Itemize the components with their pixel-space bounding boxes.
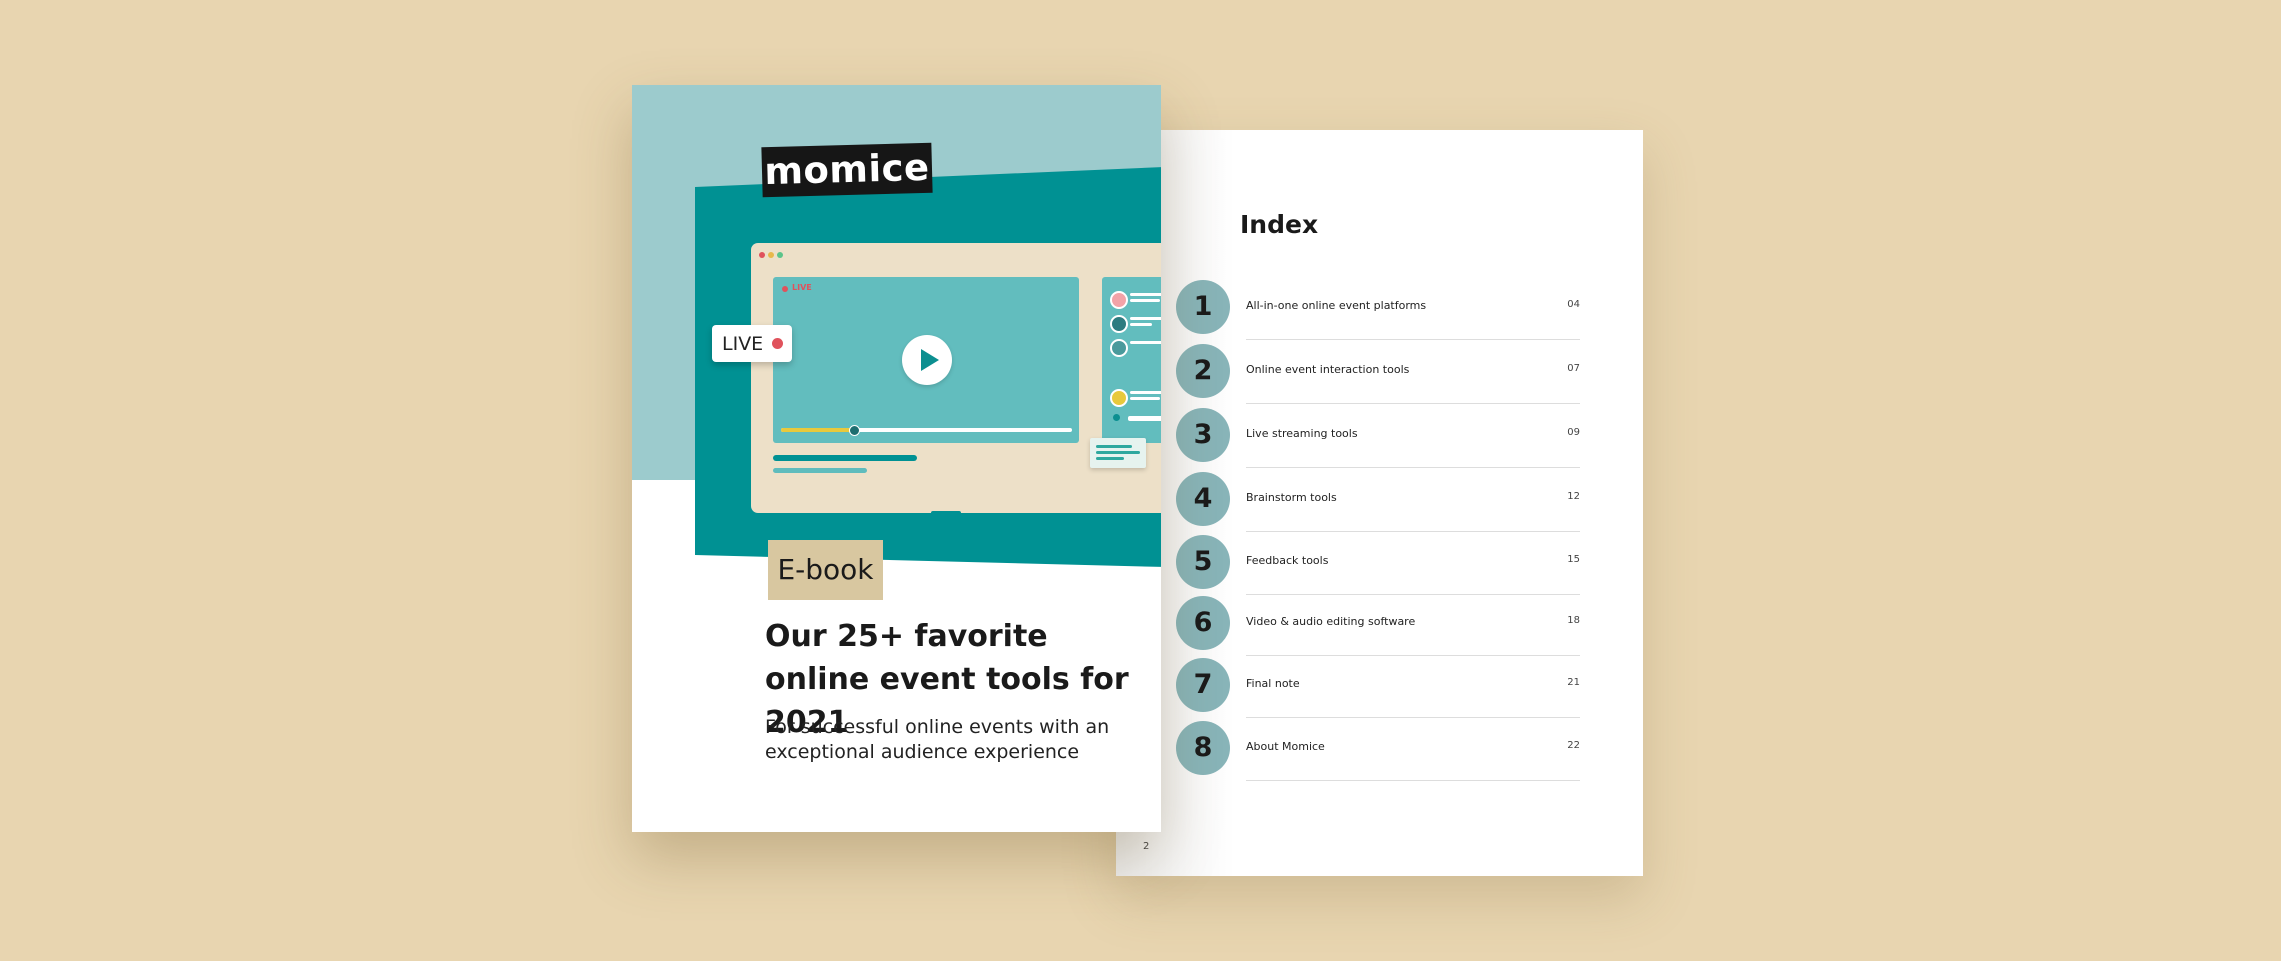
window-close-dot — [759, 252, 765, 258]
avatar — [1110, 389, 1128, 407]
index-item-label: Live streaming tools — [1246, 427, 1358, 440]
cover-subtitle: For successful online events with an exc… — [765, 716, 1110, 763]
index-item-page: 18 — [1567, 615, 1580, 626]
index-number-badge: 5 — [1176, 535, 1230, 589]
page-number: 2 — [1143, 841, 1150, 852]
index-item-label: Final note — [1246, 677, 1300, 690]
live-dot-icon — [772, 338, 783, 349]
laptop-notch — [931, 511, 961, 515]
caption-line — [773, 468, 867, 473]
index-item-page: 22 — [1567, 740, 1580, 751]
live-indicator-dot — [782, 286, 788, 292]
avatar — [1110, 339, 1128, 357]
chat-message-line — [1130, 293, 1161, 296]
index-divider — [1246, 780, 1580, 781]
live-badge: LIVE — [712, 325, 792, 362]
index-number-badge: 3 — [1176, 408, 1230, 462]
index-item-label: Online event interaction tools — [1246, 363, 1410, 376]
index-item: 6 Video & audio editing software 18 — [1176, 592, 1580, 656]
caption-line — [773, 455, 917, 461]
index-item-page: 04 — [1567, 299, 1580, 310]
chat-panel — [1102, 277, 1161, 443]
index-item-page: 09 — [1567, 427, 1580, 438]
chat-message-line — [1130, 391, 1161, 394]
index-title: Index — [1240, 210, 1319, 239]
index-number-badge: 1 — [1176, 280, 1230, 334]
video-progress-fill — [781, 428, 854, 432]
index-item-page: 21 — [1567, 677, 1580, 688]
chat-bubble — [1090, 438, 1146, 468]
index-item-label: Brainstorm tools — [1246, 491, 1337, 504]
chat-message-line — [1130, 397, 1160, 400]
index-item: 3 Live streaming tools 09 — [1176, 404, 1580, 468]
index-item: 8 About Momice 22 — [1176, 717, 1580, 781]
index-item: 1 All-in-one online event platforms 04 — [1176, 276, 1580, 340]
window-minimize-dot — [768, 252, 774, 258]
chat-input — [1128, 416, 1161, 421]
index-item-label: About Momice — [1246, 740, 1325, 753]
laptop-illustration: LIVE — [751, 243, 1161, 515]
index-number-badge: 8 — [1176, 721, 1230, 775]
bubble-line — [1096, 445, 1132, 448]
chat-message-line — [1130, 323, 1152, 326]
index-item-label: Video & audio editing software — [1246, 615, 1416, 628]
live-label: LIVE — [722, 333, 764, 355]
ebook-cover: momice LIVE LIVE E-book Our 25+ favorite… — [632, 85, 1161, 832]
index-item: 5 Feedback tools 15 — [1176, 531, 1580, 595]
index-item-label: All-in-one online event platforms — [1246, 299, 1427, 312]
ebook-badge: E-book — [768, 540, 883, 600]
index-item: 2 Online event interaction tools 07 — [1176, 340, 1580, 404]
index-number-badge: 7 — [1176, 658, 1230, 712]
index-item-label: Feedback tools — [1246, 554, 1329, 567]
index-item-page: 15 — [1567, 554, 1580, 565]
index-number-badge: 2 — [1176, 344, 1230, 398]
play-icon — [902, 335, 952, 385]
index-page: Index 1 All-in-one online event platform… — [1116, 130, 1643, 876]
index-item: 7 Final note 21 — [1176, 654, 1580, 718]
avatar — [1110, 291, 1128, 309]
video-player: LIVE — [773, 277, 1079, 443]
bubble-line — [1096, 457, 1124, 460]
momice-logo: momice — [761, 142, 933, 198]
index-number-badge: 4 — [1176, 472, 1230, 526]
video-live-label: LIVE — [792, 283, 812, 292]
bubble-line — [1096, 451, 1140, 454]
chat-message-line — [1130, 341, 1161, 344]
chat-message-line — [1130, 299, 1160, 302]
index-item-page: 07 — [1567, 363, 1580, 374]
chat-message-line — [1130, 317, 1161, 320]
avatar — [1110, 315, 1128, 333]
index-item-page: 12 — [1567, 491, 1580, 502]
video-progress-knob — [848, 425, 860, 436]
index-number-badge: 6 — [1176, 596, 1230, 650]
window-maximize-dot — [777, 252, 783, 258]
chat-input-dot — [1113, 414, 1120, 421]
index-item: 4 Brainstorm tools 12 — [1176, 468, 1580, 532]
